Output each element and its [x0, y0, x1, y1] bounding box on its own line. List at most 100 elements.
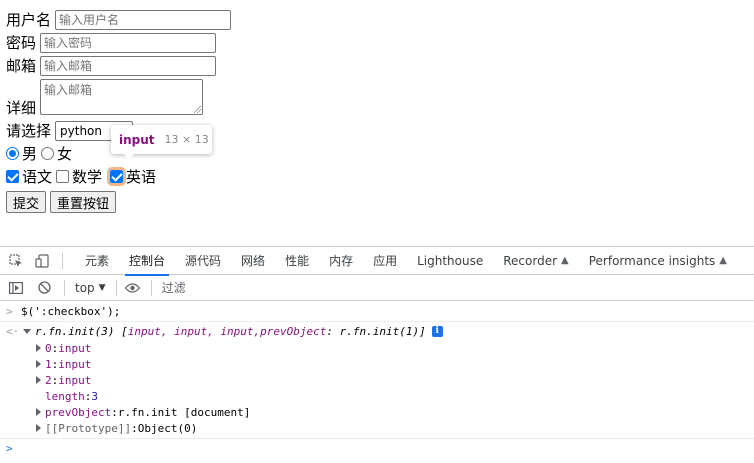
gender-radio-male[interactable]: [6, 147, 19, 160]
expand-triangle-icon[interactable]: [23, 328, 31, 334]
resize-grip-icon[interactable]: [194, 106, 202, 113]
entry-key: 2: [45, 373, 52, 387]
entry-colon: :: [51, 341, 59, 355]
tab-console[interactable]: 控制台: [119, 247, 175, 276]
info-icon[interactable]: i: [431, 325, 443, 337]
toolbar-divider: [64, 279, 65, 296]
console-result-line[interactable]: <· r.fn.init(3) [ input, input, input, p…: [0, 322, 754, 340]
tab-network-label: 网络: [241, 254, 266, 268]
tree-prev-object[interactable]: prevObject: r.fn.init [document]: [0, 404, 754, 420]
entry-value: input: [58, 373, 92, 387]
tab-sources-label: 源代码: [185, 254, 222, 268]
console-prompt[interactable]: >: [0, 438, 754, 457]
tab-application[interactable]: 应用: [363, 247, 407, 275]
expand-triangle-icon[interactable]: [36, 344, 41, 352]
toolbar-divider: [62, 252, 63, 269]
tab-network[interactable]: 网络: [231, 247, 275, 275]
detail-label: 详细: [6, 99, 37, 117]
expand-triangle-icon[interactable]: [36, 424, 41, 432]
context-value: top: [75, 280, 95, 295]
experiment-flask-icon: ▲: [561, 255, 569, 266]
gender-radio-female[interactable]: [41, 147, 55, 160]
tab-performance-label: 性能: [285, 254, 310, 268]
tab-console-label: 控制台: [129, 254, 166, 268]
proto-value: Object(0): [137, 421, 198, 435]
tab-elements[interactable]: 元素: [75, 247, 119, 275]
console-output: > $(':checkbox'); <· r.fn.init(3) [ inpu…: [0, 301, 754, 457]
tab-lighthouse-label: Lighthouse: [417, 253, 484, 268]
reset-button[interactable]: 重置按钮: [50, 191, 117, 213]
tab-recorder[interactable]: Recorder ▲: [493, 247, 578, 275]
input-chevron-icon: >: [6, 304, 13, 318]
console-command-line: > $(':checkbox');: [0, 301, 754, 322]
subject-checkbox-chinese[interactable]: [6, 170, 19, 183]
expand-triangle-icon[interactable]: [36, 408, 41, 416]
result-prev-key: prevObject: [260, 324, 327, 338]
subject-label-math: 数学: [72, 168, 103, 186]
toolbar-divider: [150, 279, 152, 296]
tab-memory[interactable]: 内存: [319, 247, 363, 275]
tab-sources[interactable]: 源代码: [175, 247, 231, 275]
password-placeholder: 输入密码: [44, 36, 93, 50]
submit-button[interactable]: 提交: [6, 191, 47, 213]
entry-value: input: [58, 357, 92, 371]
element-inspect-tooltip: input 13 × 13: [111, 125, 212, 154]
tab-lighthouse[interactable]: Lighthouse: [407, 247, 493, 275]
subject-label-english: 英语: [126, 168, 157, 186]
password-row: 密码 输入密码: [6, 31, 231, 54]
detail-placeholder: 输入邮箱: [44, 83, 93, 97]
detail-row: 详细 输入邮箱: [6, 77, 231, 119]
tab-performance[interactable]: 性能: [275, 247, 319, 275]
entry-key: 1: [45, 357, 52, 371]
prev-key: prevObject: [45, 405, 112, 419]
tree-length: length: 3: [0, 388, 754, 404]
entry-key: 0: [45, 341, 52, 355]
email-label: 邮箱: [6, 57, 37, 75]
console-command: $(':checkbox');: [21, 304, 121, 318]
username-placeholder: 输入用户名: [59, 13, 120, 27]
email-placeholder: 输入邮箱: [44, 59, 93, 73]
tree-entry-1[interactable]: 1: input: [0, 356, 754, 372]
tab-performance-insights[interactable]: Performance insights ▲: [579, 247, 737, 275]
entry-colon: :: [51, 357, 59, 371]
buttons-row: 提交 重置按钮: [6, 189, 231, 215]
gender-label-female: 女: [57, 145, 73, 163]
select-value: python: [60, 123, 102, 138]
subject-checkbox-english[interactable]: [107, 167, 127, 186]
email-input[interactable]: 输入邮箱: [40, 55, 217, 76]
username-row: 用户名 输入用户名: [6, 8, 232, 31]
entry-colon: :: [51, 373, 59, 387]
detail-textarea[interactable]: 输入邮箱: [40, 79, 204, 115]
result-prev-val: : r.fn.init(1)]: [326, 324, 426, 338]
expand-triangle-icon[interactable]: [36, 376, 41, 384]
subject-label-chinese: 语文: [22, 168, 53, 186]
tree-prototype[interactable]: [[Prototype]]: Object(0): [0, 420, 754, 436]
device-toggle-icon[interactable]: [34, 253, 50, 269]
tab-elements-label: 元素: [85, 254, 110, 268]
password-input[interactable]: 输入密码: [40, 32, 217, 53]
entry-value: input: [58, 341, 92, 355]
context-selector[interactable]: top ▼: [75, 281, 106, 295]
sidebar-toggle-icon[interactable]: [8, 280, 24, 296]
proto-key: [[Prototype]]: [45, 421, 132, 435]
username-input[interactable]: 输入用户名: [55, 9, 232, 30]
result-items: input, input, input,: [127, 324, 261, 338]
tooltip-arrow: [123, 153, 135, 159]
eye-icon[interactable]: [125, 280, 141, 296]
password-label: 密码: [6, 34, 37, 52]
select-label: 请选择: [6, 122, 52, 140]
chevron-down-icon: ▼: [98, 282, 106, 293]
console-toolbar: top ▼ 过滤: [0, 275, 754, 301]
result-prefix: r.fn.init(3) [: [35, 324, 128, 338]
tab-recorder-label: Recorder: [503, 253, 558, 268]
length-colon: :: [84, 389, 92, 403]
experiment-flask-icon: ▲: [719, 255, 727, 266]
inspect-icon[interactable]: [8, 253, 24, 269]
subject-checkbox-math[interactable]: [56, 170, 70, 183]
tree-entry-0[interactable]: 0: input: [0, 340, 754, 356]
clear-console-icon[interactable]: [36, 280, 52, 296]
expand-triangle-icon[interactable]: [36, 360, 41, 368]
tree-entry-2[interactable]: 2: input: [0, 372, 754, 388]
filter-input[interactable]: 过滤: [162, 279, 186, 296]
tab-memory-label: 内存: [329, 254, 354, 268]
